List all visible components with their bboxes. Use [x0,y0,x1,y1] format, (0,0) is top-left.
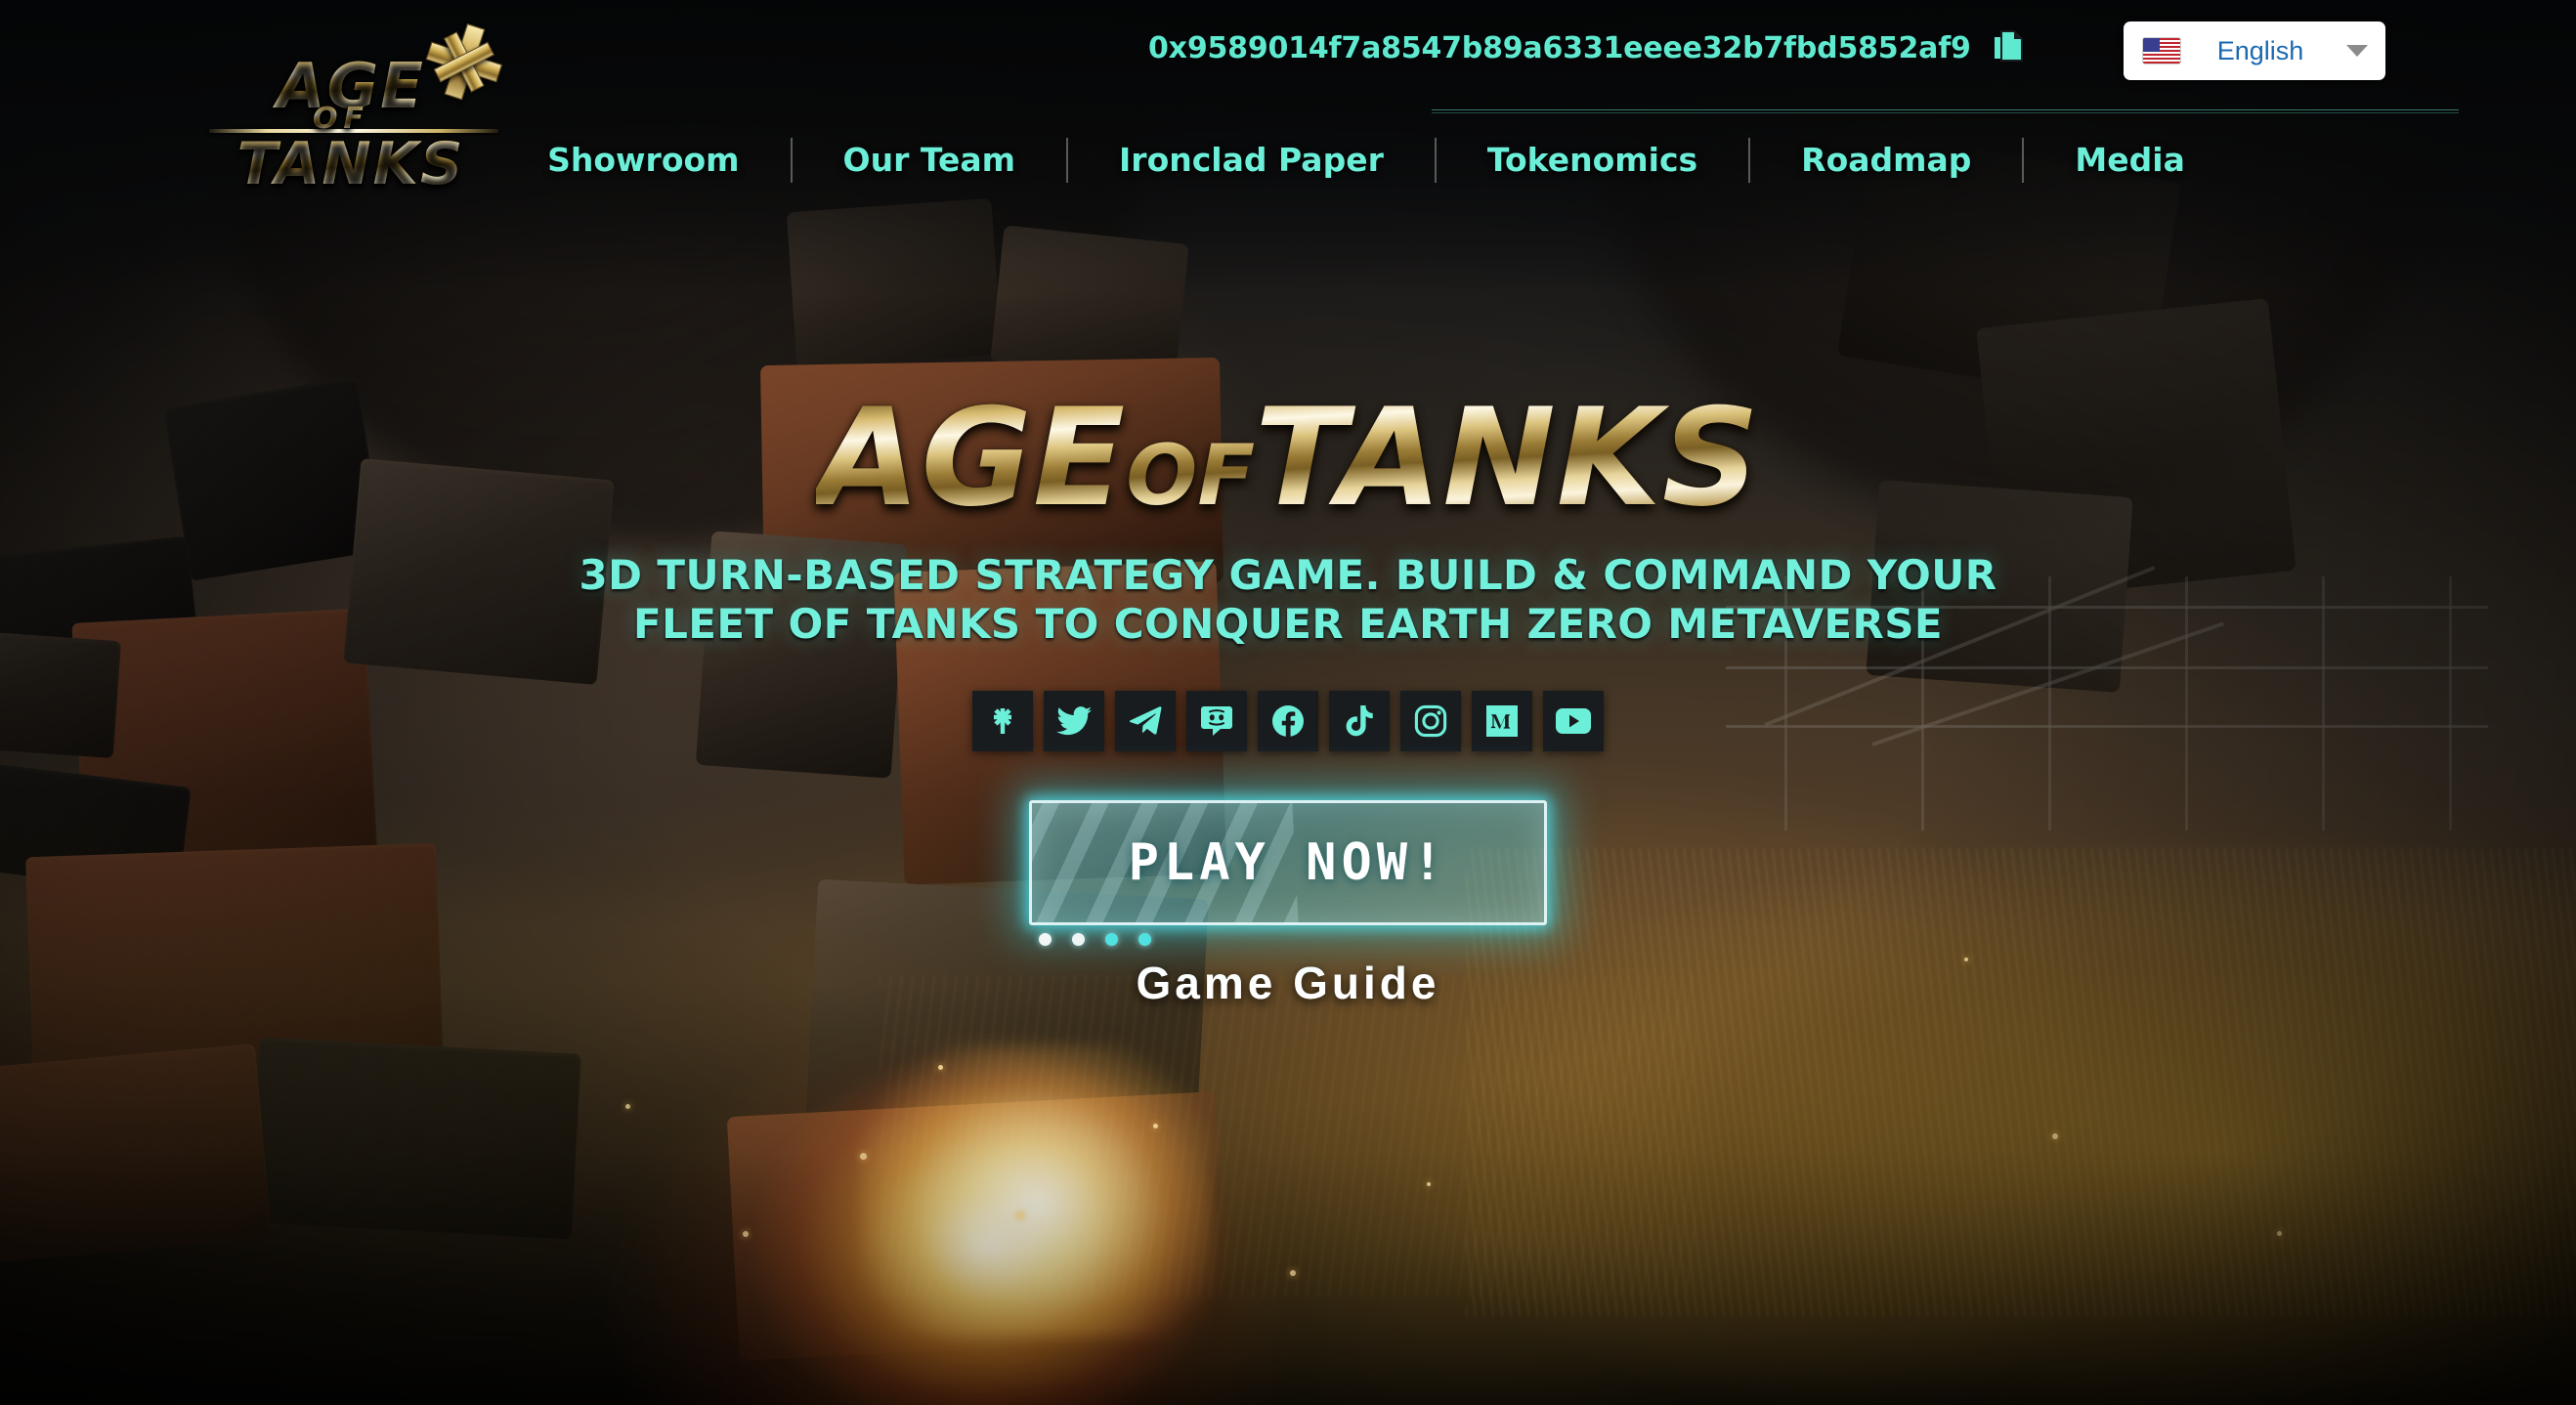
contract-address-text: 0x9589014f7a8547b89a6331eeee32b7fbd5852a… [1148,30,1971,65]
play-now-wrapper: PLAY NOW! [1029,800,1547,947]
nav-item-tokenomics[interactable]: Tokenomics [1437,137,1748,183]
page-root: AGE OF TANKS 0x9589014f7a8547b89a6331eee… [0,0,2576,1405]
tiktok-icon[interactable] [1329,691,1390,752]
nav-item-our-team[interactable]: Our Team [793,137,1066,183]
nav-item-ironclad-paper[interactable]: Ironclad Paper [1068,137,1435,183]
game-guide-link[interactable]: Game Guide [1137,957,1440,1009]
discord-icon[interactable] [1186,691,1247,752]
hero-title-age: AGE [815,379,1127,536]
hero-title-tanks: TANKS [1255,379,1761,536]
hero-tagline-line1: 3D TURN-BASED STRATEGY GAME. BUILD & COM… [579,551,1997,599]
hero-tagline: 3D TURN-BASED STRATEGY GAME. BUILD & COM… [580,551,1997,648]
instagram-icon[interactable] [1400,691,1461,752]
carousel-dot[interactable] [1039,933,1052,947]
youtube-icon[interactable] [1543,691,1604,752]
hero-title: AGEOFTANKS [816,391,1760,526]
carousel-dot[interactable] [1072,933,1085,947]
language-label: English [2216,35,2304,65]
telegram-icon[interactable] [1115,691,1176,752]
main-navigation: Showroom Our Team Ironclad Paper Tokenom… [0,137,2576,183]
facebook-icon[interactable] [1258,691,1318,752]
header-divider [1432,109,2459,113]
carousel-dot[interactable] [1105,933,1118,947]
play-now-label: PLAY NOW! [1128,833,1448,893]
social-links [972,691,1604,752]
contract-address-row: 0x9589014f7a8547b89a6331eeee32b7fbd5852a… [1148,29,2026,66]
nav-item-media[interactable]: Media [2024,137,2235,183]
linktree-icon[interactable] [972,691,1033,752]
twitter-icon[interactable] [1044,691,1104,752]
carousel-dots [1039,933,1151,947]
us-flag-icon [2143,38,2180,64]
hero-tagline-line2: FLEET OF TANKS TO CONQUER EARTH ZERO MET… [632,599,1943,648]
nav-item-roadmap[interactable]: Roadmap [1750,137,2022,183]
medium-icon[interactable] [1472,691,1532,752]
site-header: AGE OF TANKS 0x9589014f7a8547b89a6331eee… [0,0,2576,225]
carousel-dot[interactable] [1138,933,1151,947]
play-now-button[interactable]: PLAY NOW! [1029,800,1547,926]
chevron-down-icon [2346,45,2368,57]
copy-icon[interactable] [1993,29,2026,66]
nav-item-showroom[interactable]: Showroom [496,137,790,183]
hero-title-of: OF [1126,427,1256,525]
language-selector[interactable]: English [2124,21,2385,80]
